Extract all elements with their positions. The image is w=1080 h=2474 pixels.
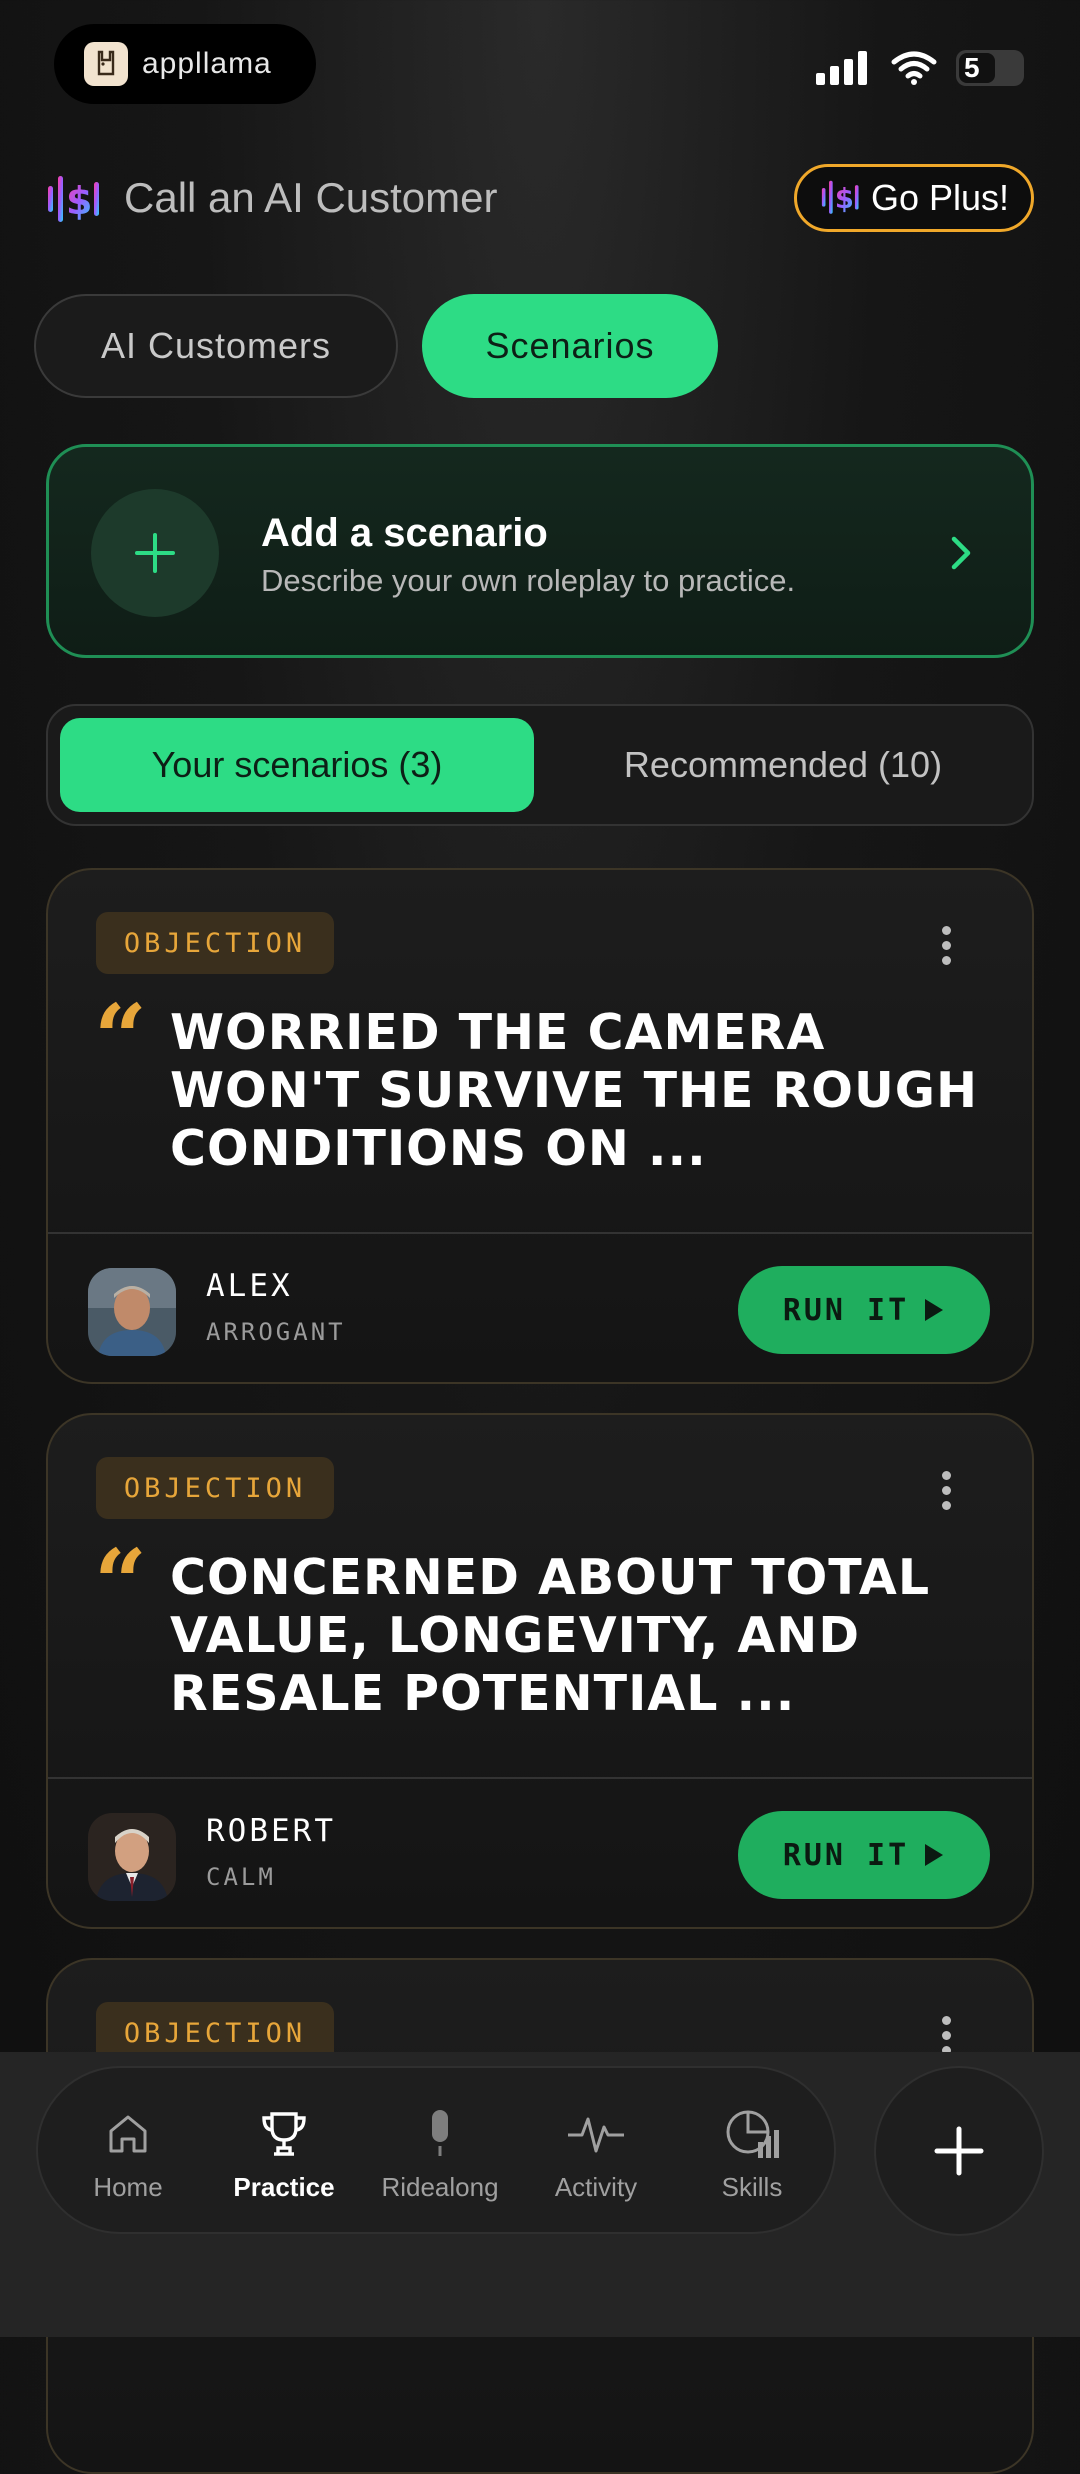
bottom-nav: Home Practice Ridealong Activity Skills [36, 2066, 836, 2234]
nav-activity-label: Activity [554, 2172, 638, 2202]
add-scenario-subtitle: Describe your own roleplay to practice. [261, 563, 796, 598]
play-icon [925, 1844, 944, 1866]
llama-logo-icon [84, 42, 128, 86]
microphone-icon [432, 2110, 448, 2156]
home-icon [109, 2115, 147, 2153]
scenario-card[interactable]: OBJECTION “ CONCERNED ABOUT TOTAL VALUE,… [46, 1413, 1034, 1929]
add-scenario-card[interactable]: Add a scenario Describe your own rolepla… [46, 444, 1034, 658]
app-indicator[interactable]: appllama [54, 24, 316, 104]
run-it-button[interactable]: RUN IT [738, 1811, 990, 1899]
header: $ Call an AI Customer $ Go Plus! [0, 160, 1080, 240]
svg-text:$: $ [66, 179, 92, 223]
avatar [88, 1268, 176, 1356]
customer-name: ALEX [206, 1268, 293, 1304]
plus-icon [135, 533, 175, 573]
brand-waveform-icon: $ [48, 176, 99, 223]
nav-practice[interactable]: Practice [206, 2068, 362, 2236]
customer-mood: CALM [206, 1863, 276, 1891]
nav-ridealong[interactable]: Ridealong [362, 2068, 518, 2236]
page-title: Call an AI Customer [124, 174, 498, 221]
add-scenario-circle [91, 489, 219, 617]
scenario-headline: CONCERNED ABOUT TOTAL VALUE, LONGEVITY, … [170, 1549, 931, 1722]
go-plus-button[interactable]: $ Go Plus! [794, 164, 1034, 232]
customer-mood: ARROGANT [206, 1318, 346, 1346]
quote-icon: “ [94, 1529, 147, 1637]
trophy-icon [262, 2112, 306, 2156]
system-icons: 5 [816, 50, 1024, 86]
nav-activity[interactable]: Activity [518, 2068, 674, 2236]
tab-recommended[interactable]: Recommended (10) [546, 718, 1020, 812]
chart-pie-icon [726, 2110, 779, 2158]
scenario-headline: WORRIED THE CAMERA WON'T SURVIVE THE ROU… [170, 1004, 978, 1177]
tab-ai-customers[interactable]: AI Customers [34, 294, 398, 398]
plus-icon [934, 2126, 984, 2176]
tab-scenarios[interactable]: Scenarios [422, 294, 718, 398]
nav-practice-label: Practice [233, 2172, 335, 2202]
app-name: appllama [142, 47, 272, 80]
new-call-button[interactable] [874, 2066, 1044, 2236]
svg-text:$: $ [835, 184, 854, 215]
avatar [88, 1813, 176, 1901]
brand-waveform-icon: $ [821, 180, 859, 215]
nav-skills[interactable]: Skills [674, 2068, 830, 2236]
wifi-icon [891, 51, 937, 85]
chevron-right-icon [951, 536, 971, 570]
customer-name: ROBERT [206, 1813, 336, 1849]
nav-skills-label: Skills [721, 2172, 783, 2202]
pulse-icon [568, 2117, 624, 2153]
nav-ridealong-label: Ridealong [381, 2172, 499, 2202]
play-icon [925, 1299, 944, 1321]
quote-icon: “ [94, 984, 147, 1092]
battery-level: 5 [964, 52, 980, 83]
divider [48, 1232, 1032, 1234]
more-options-icon[interactable] [942, 926, 952, 971]
nav-home[interactable]: Home [50, 2068, 206, 2236]
more-options-icon[interactable] [942, 1471, 952, 1516]
battery-icon: 5 [956, 50, 1024, 86]
tab-your-scenarios[interactable]: Your scenarios (3) [60, 718, 534, 812]
scenario-tag: OBJECTION [96, 1457, 334, 1519]
nav-home-label: Home [93, 2172, 163, 2202]
divider [48, 1777, 1032, 1779]
scenario-tag: OBJECTION [96, 912, 334, 974]
add-scenario-title: Add a scenario [261, 511, 548, 555]
go-plus-label: Go Plus! [870, 177, 1010, 218]
signal-icon [816, 51, 867, 85]
scenario-filter: Your scenarios (3) Recommended (10) [46, 704, 1034, 826]
run-it-label: RUN IT [782, 1292, 910, 1328]
status-bar: appllama 5 [0, 0, 1080, 130]
run-it-label: RUN IT [782, 1837, 910, 1873]
scenario-card[interactable]: OBJECTION “ WORRIED THE CAMERA WON'T SUR… [46, 868, 1034, 1384]
run-it-button[interactable]: RUN IT [738, 1266, 990, 1354]
